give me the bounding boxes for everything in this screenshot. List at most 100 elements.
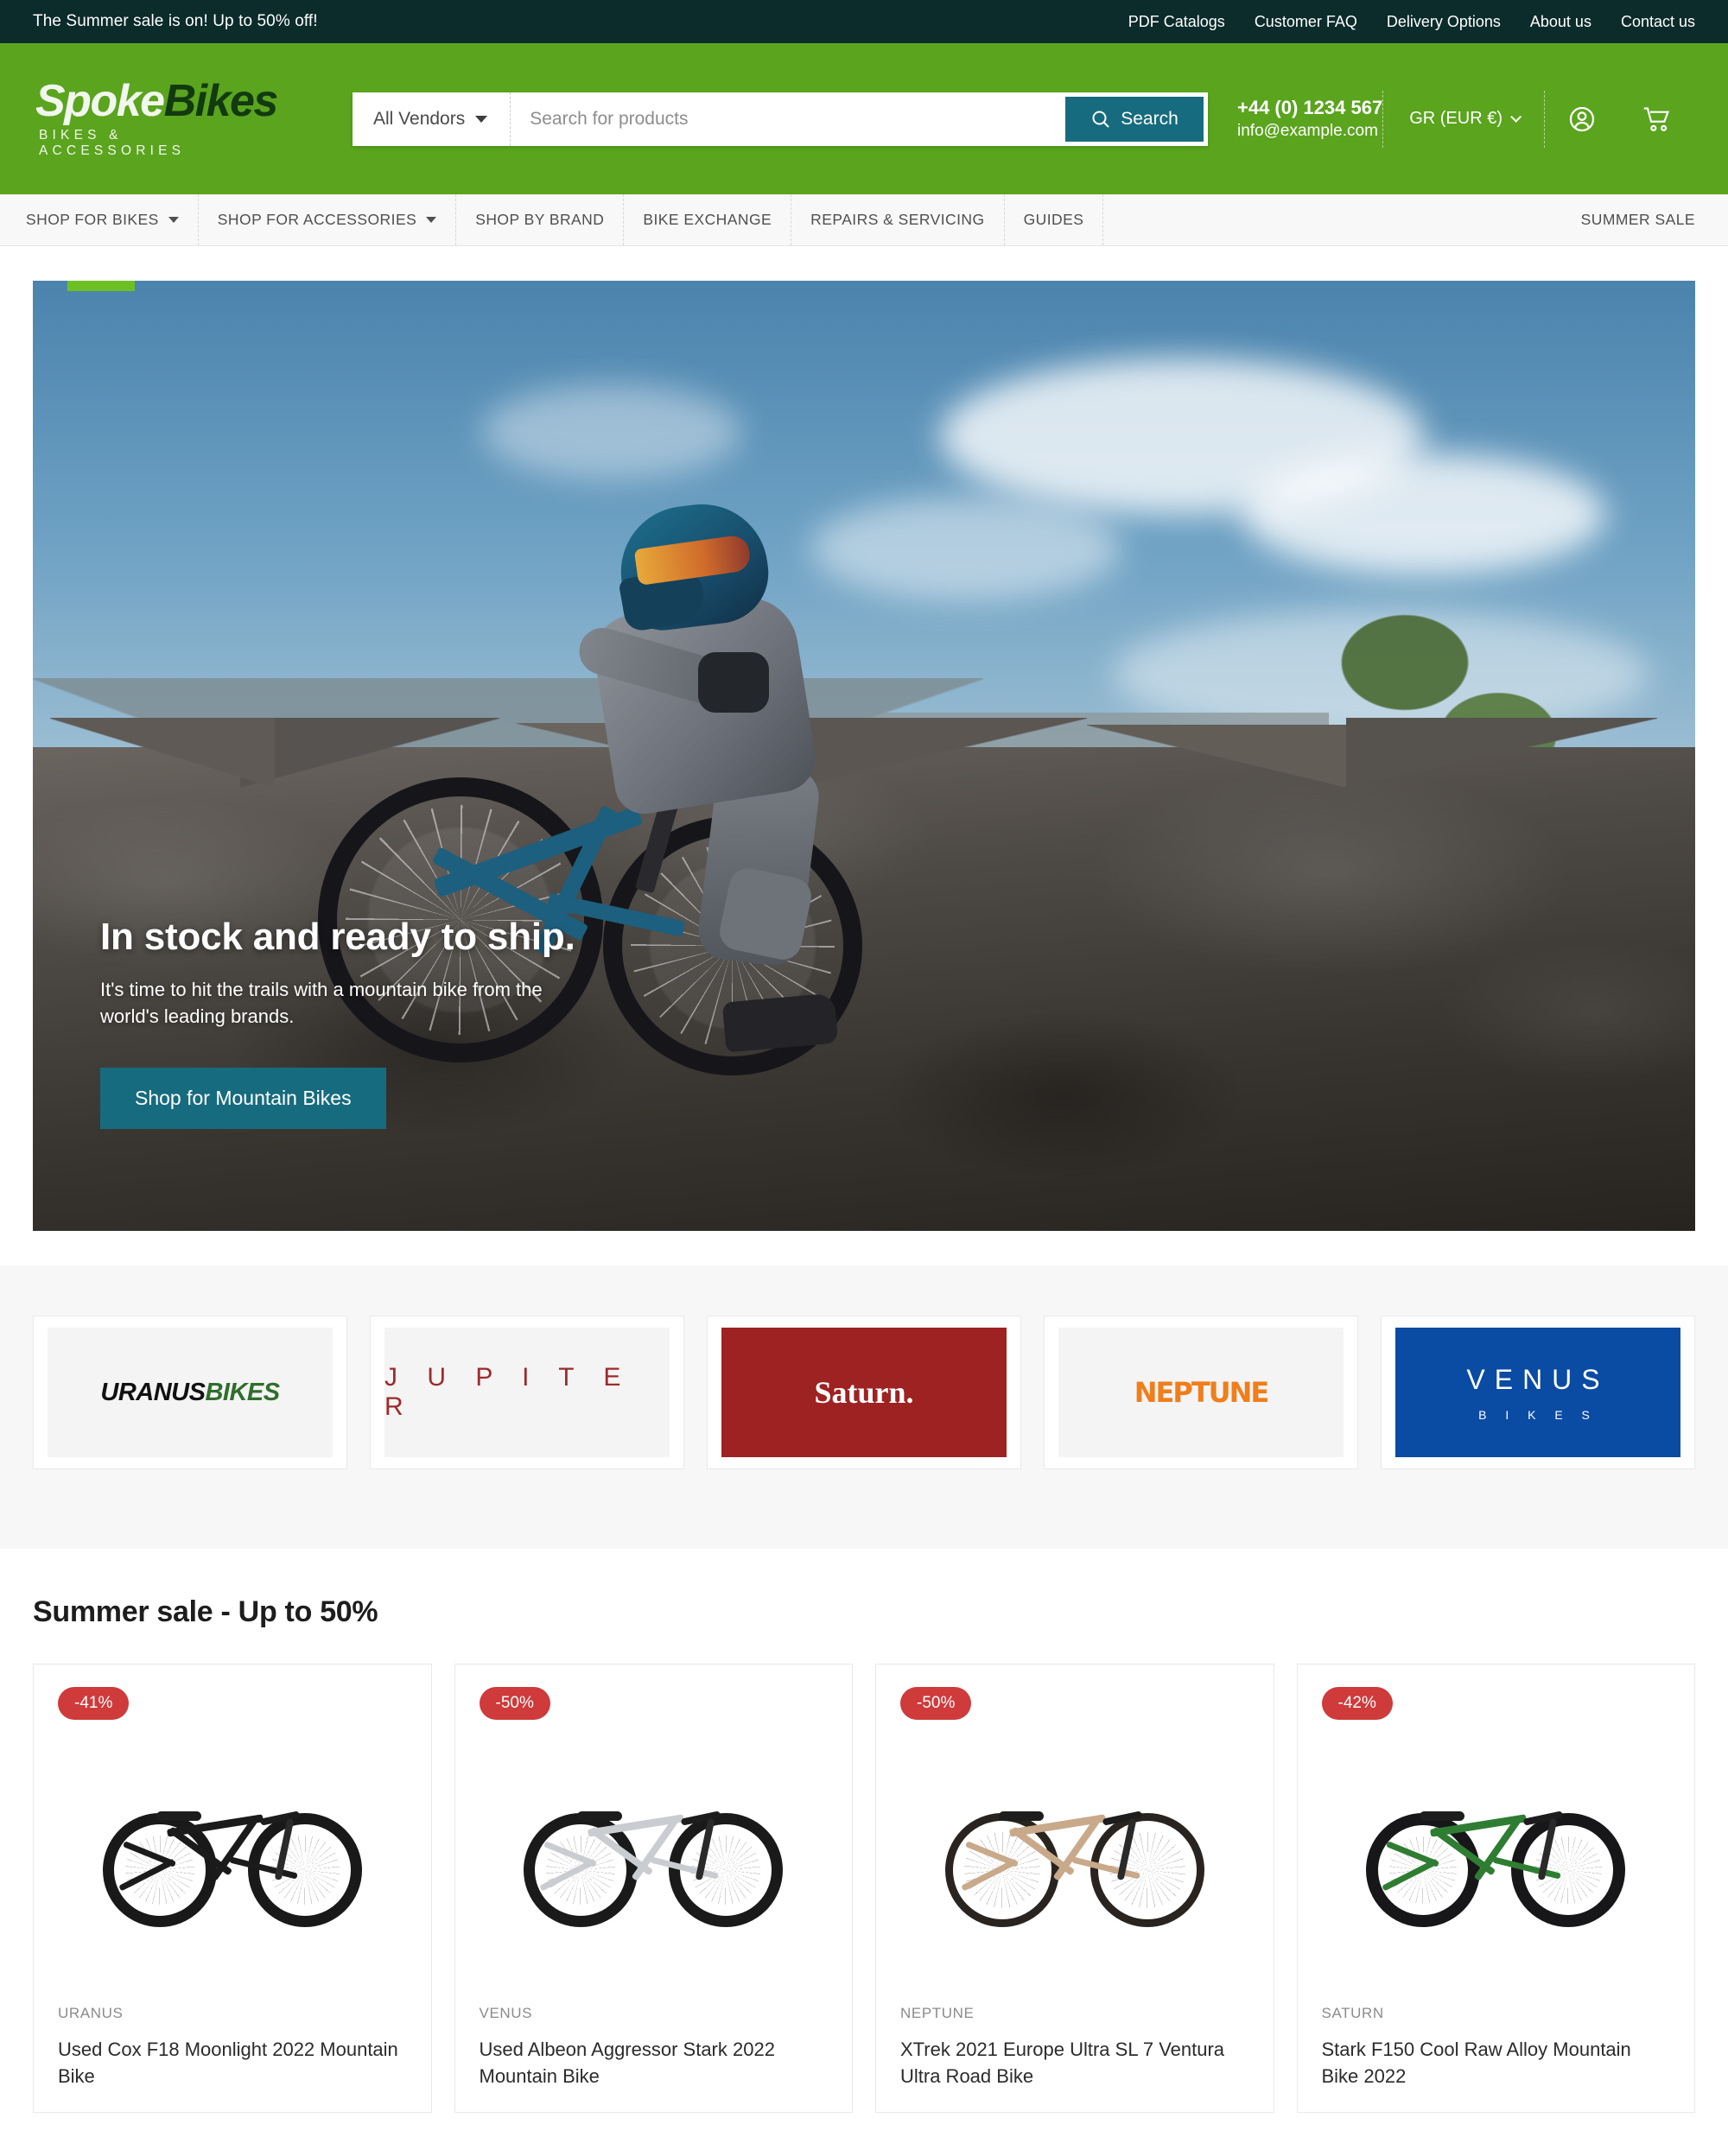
bicycle-illustration	[1366, 1768, 1626, 1932]
bicycle-illustration	[524, 1768, 784, 1932]
cart-button[interactable]	[1619, 105, 1695, 134]
venus-logo-part1: VENUS	[1466, 1363, 1610, 1395]
product-card[interactable]: -41% URANUS Used Cox F18 Moonlight 2022 …	[33, 1664, 432, 2114]
header-actions: GR (EUR €)	[1382, 90, 1695, 148]
summer-sale-section: Summer sale - Up to 50% -41% URANUS Used…	[0, 1549, 1728, 2114]
cloud-shape	[482, 384, 741, 479]
product-vendor: VENUS	[479, 2005, 533, 2021]
venus-logo-part2: B I K E S	[1478, 1407, 1598, 1422]
nav-item-guides[interactable]: GUIDES	[1005, 194, 1104, 245]
search-button[interactable]: Search	[1065, 96, 1204, 142]
chevron-down-icon	[475, 115, 488, 123]
product-title[interactable]: Used Albeon Aggressor Stark 2022 Mountai…	[480, 2036, 829, 2089]
chevron-down-icon	[1510, 111, 1522, 123]
nav-item-label: SUMMER SALE	[1580, 211, 1695, 228]
brand-card-neptune[interactable]: NEPTUNE	[1044, 1316, 1358, 1469]
search-icon	[1092, 111, 1109, 128]
nav-item-label: SHOP FOR BIKES	[26, 211, 159, 228]
logo-tagline: BIKES & ACCESSORIES	[39, 128, 186, 158]
contact-email[interactable]: info@example.com	[1237, 120, 1382, 142]
utility-link-about-us[interactable]: About us	[1530, 13, 1591, 31]
bicycle-illustration	[102, 1768, 362, 1932]
product-grid: -41% URANUS Used Cox F18 Moonlight 2022 …	[33, 1664, 1695, 2114]
nav-item-label: REPAIRS & SERVICING	[810, 211, 985, 228]
hero-section: In stock and ready to ship. It's time to…	[0, 246, 1728, 1231]
announcement-message: The Summer sale is on! Up to 50% off!	[33, 12, 318, 30]
hero-cta-button[interactable]: Shop for Mountain Bikes	[100, 1068, 386, 1129]
site-logo[interactable]: SpokeBikes BIKES & ACCESSORIES	[33, 76, 278, 159]
discount-badge: -50%	[900, 1687, 972, 1720]
cloud-shape	[1242, 453, 1605, 574]
hero-accent-bar	[67, 281, 135, 291]
search-bar: All Vendors Search	[353, 92, 1208, 146]
product-title[interactable]: Stark F150 Cool Raw Alloy Mountain Bike …	[1322, 2036, 1671, 2089]
product-title[interactable]: Used Cox F18 Moonlight 2022 Mountain Bik…	[58, 2036, 407, 2089]
rider-shoe	[721, 992, 839, 1053]
hero-title: In stock and ready to ship.	[100, 915, 575, 958]
nav-item-shop-by-brand[interactable]: SHOP BY BRAND	[456, 194, 625, 245]
nav-item-bike-exchange[interactable]: BIKE EXCHANGE	[624, 194, 792, 245]
brand-card-uranus[interactable]: URANUSBIKES	[33, 1316, 347, 1469]
saturn-logo: Saturn.	[814, 1375, 914, 1410]
utility-links: PDF Catalogs Customer FAQ Delivery Optio…	[1128, 13, 1695, 31]
announcement-bar: The Summer sale is on! Up to 50% off! PD…	[0, 0, 1728, 43]
brand-card-venus[interactable]: VENUS B I K E S	[1381, 1316, 1695, 1469]
account-button[interactable]	[1545, 105, 1619, 134]
neptune-logo: NEPTUNE	[1134, 1376, 1270, 1409]
product-image	[58, 1708, 407, 1993]
hero-content: In stock and ready to ship. It's time to…	[100, 916, 593, 1129]
utility-link-pdf-catalogs[interactable]: PDF Catalogs	[1128, 13, 1225, 31]
brand-card-saturn[interactable]: Saturn.	[707, 1316, 1021, 1469]
utility-link-customer-faq[interactable]: Customer FAQ	[1255, 13, 1357, 31]
logo-word-spoke: Spoke	[35, 76, 165, 126]
product-image	[1322, 1708, 1671, 1993]
nav-item-shop-for-accessories[interactable]: SHOP FOR ACCESSORIES	[199, 194, 457, 245]
search-input[interactable]	[511, 92, 1065, 146]
brand-logo-plate: NEPTUNE	[1058, 1328, 1344, 1457]
bicycle-illustration	[944, 1768, 1204, 1932]
hero-subtitle: It's time to hit the trails with a mount…	[100, 978, 543, 1027]
utility-link-delivery-options[interactable]: Delivery Options	[1387, 13, 1501, 31]
uranus-logo: URANUSBIKES	[100, 1378, 280, 1407]
utility-link-contact-us[interactable]: Contact us	[1621, 13, 1695, 31]
rider-glove	[698, 652, 769, 713]
nav-item-label: GUIDES	[1023, 211, 1084, 228]
venus-logo: VENUS B I K E S	[1466, 1364, 1609, 1422]
product-image	[900, 1708, 1249, 1993]
brand-logo-plate: URANUSBIKES	[48, 1328, 333, 1457]
product-title[interactable]: XTrek 2021 Europe Ultra SL 7 Ventura Ult…	[900, 2036, 1249, 2089]
user-account-icon	[1569, 106, 1595, 131]
vendor-dropdown[interactable]: All Vendors	[353, 92, 511, 146]
product-meta: VENUS Used Albeon Aggressor Stark 2022 M…	[480, 1993, 829, 2112]
product-meta: NEPTUNE XTrek 2021 Europe Ultra SL 7 Ven…	[900, 1993, 1249, 2112]
uranus-logo-part1: URANUS	[100, 1378, 206, 1406]
nav-item-shop-for-bikes[interactable]: SHOP FOR BIKES	[26, 194, 199, 245]
product-vendor: URANUS	[58, 2005, 124, 2021]
hero-banner[interactable]: In stock and ready to ship. It's time to…	[33, 281, 1695, 1231]
currency-selector-label: GR (EUR €)	[1409, 109, 1502, 128]
chevron-down-icon	[168, 217, 179, 223]
nav-item-summer-sale[interactable]: SUMMER SALE	[1581, 194, 1702, 245]
product-card[interactable]: -50% NEPTUNE XTrek 2021 Europe Ultra SL …	[875, 1664, 1274, 2114]
contact-phone[interactable]: +44 (0) 1234 567	[1237, 95, 1382, 120]
search-button-label: Search	[1121, 108, 1178, 129]
rider-knee-pad	[716, 865, 815, 963]
nav-item-label: SHOP FOR ACCESSORIES	[217, 211, 417, 228]
main-navigation: SHOP FOR BIKES SHOP FOR ACCESSORIES SHOP…	[0, 194, 1728, 246]
product-card[interactable]: -42% SATURN Stark F150 Cool Raw Alloy Mo…	[1296, 1664, 1695, 2114]
vendor-dropdown-label: All Vendors	[373, 108, 466, 129]
chevron-down-icon	[426, 217, 437, 223]
brand-logos-section: URANUSBIKES J U P I T E R Saturn. NEPTUN…	[0, 1265, 1728, 1549]
uranus-logo-part2: BIKES	[205, 1378, 280, 1406]
currency-selector[interactable]: GR (EUR €)	[1382, 90, 1545, 148]
logo-wordmark: SpokeBikes	[35, 76, 278, 126]
nav-item-repairs-and-servicing[interactable]: REPAIRS & SERVICING	[791, 194, 1005, 245]
discount-badge: -41%	[58, 1687, 130, 1720]
header-contact: +44 (0) 1234 567 info@example.com	[1237, 95, 1382, 142]
product-vendor: SATURN	[1321, 2005, 1384, 2021]
brand-logo-plate: VENUS B I K E S	[1395, 1328, 1680, 1457]
product-card[interactable]: -50% VENUS Used Albeon Aggressor Stark 2…	[454, 1664, 853, 2114]
brand-logo-plate: Saturn.	[721, 1328, 1007, 1457]
site-header: SpokeBikes BIKES & ACCESSORIES All Vendo…	[0, 43, 1728, 194]
brand-card-jupiter[interactable]: J U P I T E R	[370, 1316, 684, 1469]
